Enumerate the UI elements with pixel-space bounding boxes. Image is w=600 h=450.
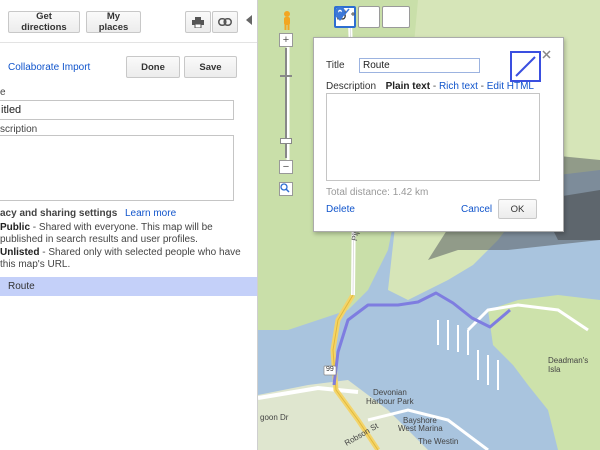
map-label-devonian: Devonian [373, 388, 407, 397]
map-description-textarea[interactable] [0, 135, 234, 201]
toolbar-divider [0, 42, 257, 43]
pegman-icon[interactable] [281, 10, 293, 30]
route-list-item[interactable]: Route [0, 277, 257, 296]
line-style-button[interactable] [510, 51, 541, 82]
iw-separator-2: - [477, 81, 487, 92]
cancel-link[interactable]: Cancel [461, 204, 492, 215]
link-button[interactable] [212, 11, 238, 33]
get-directions-button[interactable]: Get directions [8, 11, 80, 33]
public-option-desc-1: - Shared with everyone. This map will be [30, 222, 213, 233]
unlisted-option-desc-2: this map's URL. [0, 259, 71, 270]
draw-line-icon [334, 8, 355, 19]
done-button[interactable]: Done [126, 56, 180, 78]
total-distance: Total distance: 1.42 km [326, 187, 429, 198]
save-button[interactable]: Save [184, 56, 237, 78]
placemark-tool-button[interactable] [335, 6, 380, 28]
privacy-heading: acy and sharing settings [0, 208, 118, 219]
collaborate-link[interactable]: Collaborate [8, 62, 59, 73]
ok-button[interactable]: OK [498, 199, 537, 219]
zoom-tick [280, 75, 292, 77]
link-icon [218, 18, 232, 26]
unlisted-option-desc-1: - Shared only with selected people who h… [39, 247, 241, 258]
zoom-out-button[interactable]: − [279, 160, 293, 174]
route-list-item-label: Route [8, 281, 35, 292]
magnifier-icon [280, 183, 290, 193]
iw-title-input[interactable]: Route [359, 58, 480, 73]
print-button[interactable] [185, 11, 211, 33]
map-label-deadmans-island: Deadman's Isla [548, 356, 589, 374]
map-title-input[interactable]: itled [0, 100, 234, 120]
iw-description-row: Description Plain text - Rich text - Edi… [326, 81, 534, 92]
left-panel: Get directions My places Collaborate Imp… [0, 0, 258, 450]
import-link[interactable]: Import [62, 62, 90, 73]
iw-title-label: Title [326, 60, 345, 71]
map-label-highway-99: 99 [326, 366, 334, 373]
collapse-panel-icon[interactable] [244, 14, 254, 26]
iw-description-label: Description [326, 81, 377, 92]
map-label-west-marina: West Marina [398, 424, 443, 433]
line-infowindow: Title Route Description Plain text - Ric… [313, 37, 564, 232]
edit-html-link[interactable]: Edit HTML [487, 81, 534, 92]
map-label-the-westin: The Westin [418, 437, 459, 446]
iw-separator-1: - [430, 81, 439, 92]
line-style-icon [515, 56, 536, 77]
title-label: e [0, 87, 6, 98]
zoom-control: + − [279, 10, 295, 196]
zoom-slider-handle[interactable] [280, 138, 292, 144]
draw-line-tool-button[interactable] [334, 6, 410, 28]
drawing-mode-bar [334, 6, 410, 28]
description-label: scription [0, 124, 38, 135]
my-places-button[interactable]: My places [86, 11, 141, 33]
iw-description-textarea[interactable] [326, 93, 540, 181]
rich-text-link[interactable]: Rich text [439, 81, 478, 92]
print-icon [192, 16, 204, 28]
learn-more-link[interactable]: Learn more [125, 208, 176, 219]
unlisted-option[interactable]: Unlisted - Shared only with selected peo… [0, 247, 257, 271]
iw-title-value: Route [363, 60, 390, 71]
public-option-label: Public [0, 222, 31, 233]
public-option-desc-2: published in search results and user pro… [0, 234, 198, 245]
map-label-harbour-park: Harbour Park [366, 397, 414, 406]
unlisted-option-label: Unlisted [0, 247, 40, 258]
public-option[interactable]: Public - Shared with everyone. This map … [0, 222, 257, 246]
delete-link[interactable]: Delete [326, 204, 355, 215]
map-title-value: itled [1, 104, 22, 116]
plain-text-option[interactable]: Plain text [386, 81, 430, 92]
zoom-in-button[interactable]: + [279, 33, 293, 47]
map-label-lagoon: goon Dr [260, 413, 289, 422]
close-icon[interactable] [542, 50, 551, 59]
search-map-button[interactable] [279, 182, 293, 196]
